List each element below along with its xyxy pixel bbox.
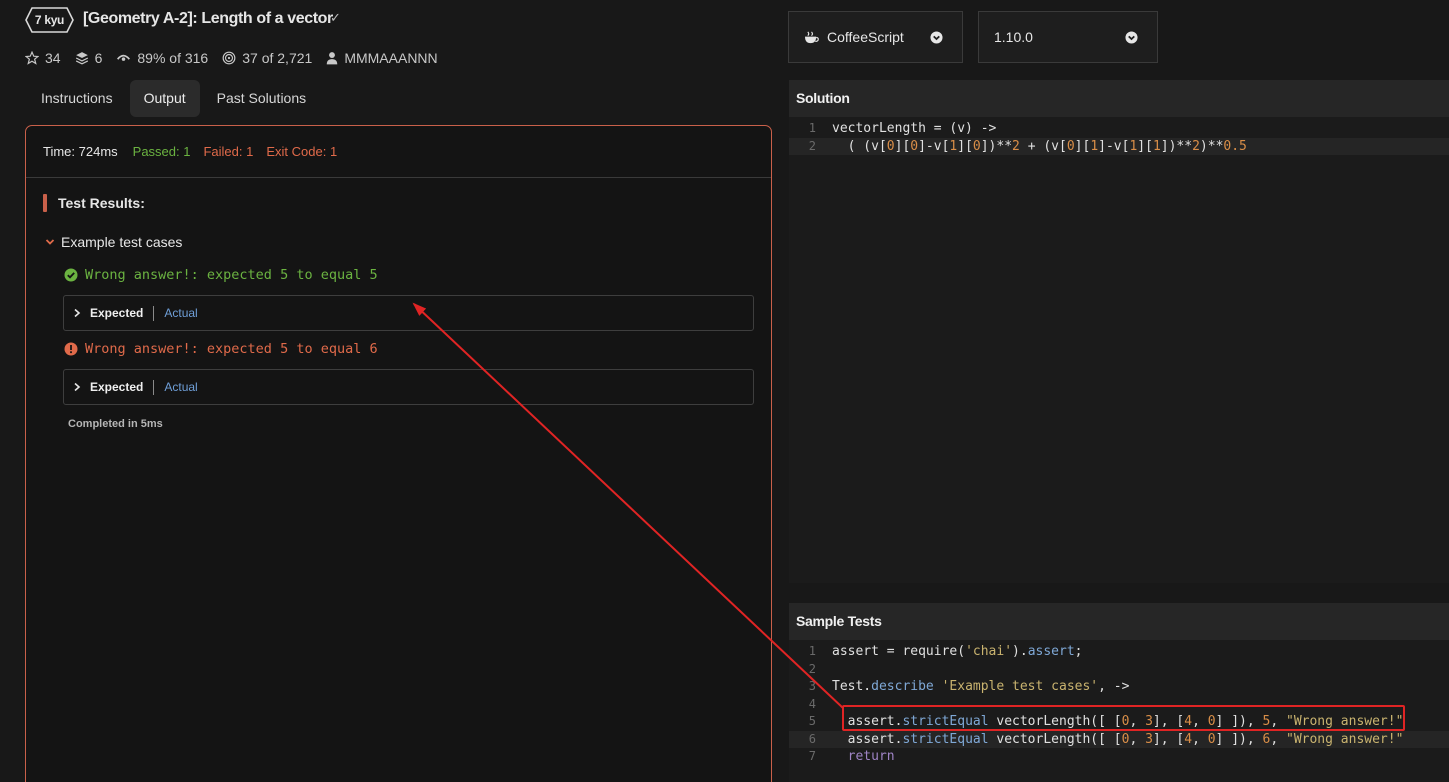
satisfaction-icon	[117, 54, 131, 61]
star-icon	[25, 51, 39, 65]
chevron-right-icon	[74, 308, 81, 318]
left-panel: 7 kyu [Geometry A-2]: Length of a vector…	[0, 0, 785, 782]
language-name: CoffeeScript	[827, 29, 904, 45]
code-line: 7 return	[789, 748, 1449, 766]
collections-count: 6	[94, 50, 103, 66]
kata-stats: 34 6 89% of 316 37 of 2,721 MMMAAANNN	[25, 49, 452, 67]
completions-total: of 2,721	[261, 50, 313, 66]
collections-stat[interactable]: 6	[75, 50, 103, 66]
layers-icon	[75, 52, 88, 65]
test-message: Wrong answer!: expected 5 to equal 6	[85, 341, 378, 357]
completions-stat: 37 of 2,721	[222, 50, 312, 66]
author-name: MMMAAANNN	[344, 50, 438, 66]
code-area[interactable]: 1 vectorLength = (v) -> 2 ( (v[0][0]-v[1]…	[789, 120, 1449, 155]
language-select[interactable]: CoffeeScript	[788, 11, 963, 63]
check-circle-icon	[64, 268, 78, 282]
line-number: 3	[808, 679, 816, 693]
line-number: 1	[808, 644, 816, 658]
actual-label: Actual	[164, 306, 198, 320]
expected-label: Expected	[90, 380, 144, 394]
exit-code: Exit Code: 1	[266, 144, 338, 159]
satisfaction-percent: 89%	[137, 50, 166, 66]
code-line: 6 assert.strictEqual vectorLength([ [0, …	[789, 730, 1449, 748]
stars-stat[interactable]: 34	[25, 50, 61, 66]
sample-tests-editor[interactable]: Sample Tests 1 assert = require('chai').a…	[789, 603, 1449, 782]
expected-actual-toggle[interactable]: Expected Actual	[63, 295, 754, 331]
target-icon	[222, 51, 236, 65]
test-result-failed: Wrong answer!: expected 5 to equal 6	[64, 341, 378, 357]
solution-title: Solution	[789, 80, 1449, 117]
error-circle-icon	[64, 342, 78, 356]
test-results-label: Test Results:	[58, 195, 145, 211]
user-icon	[327, 52, 338, 65]
annotation-highlight-box	[842, 705, 1405, 731]
output-panel: Time: 724ms Passed: 1 Failed: 1 Exit Cod…	[25, 125, 772, 782]
test-results-heading: Test Results:	[43, 194, 145, 212]
stars-count: 34	[45, 50, 61, 66]
completions-count: 37	[242, 50, 258, 66]
line-number: 2	[808, 661, 816, 676]
sample-tests-title: Sample Tests	[789, 603, 1449, 640]
tab-past-solutions[interactable]: Past Solutions	[203, 80, 321, 117]
expected-label: Expected	[90, 306, 144, 320]
tab-output[interactable]: Output	[129, 80, 200, 117]
satisfaction-stat: 89% of 316	[116, 50, 208, 66]
rank-badge: 7 kyu	[25, 7, 74, 33]
code-line: 1 vectorLength = (v) ->	[789, 120, 1449, 138]
test-result-passed: Wrong answer!: expected 5 to equal 5	[64, 267, 378, 283]
accent-bar	[43, 194, 47, 212]
satisfaction-votes: of 316	[169, 50, 209, 66]
output-summary: Time: 724ms Passed: 1 Failed: 1 Exit Cod…	[26, 126, 771, 178]
tab-instructions[interactable]: Instructions	[27, 80, 127, 117]
line-number: 6	[808, 731, 816, 746]
line-number: 7	[808, 749, 816, 763]
test-group-label: Example test cases	[61, 234, 183, 250]
version-value: 1.10.0	[994, 29, 1033, 45]
divider	[153, 305, 155, 321]
version-select[interactable]: 1.10.0	[978, 11, 1158, 63]
code-line: 3 Test.describe 'Example test cases', ->	[789, 678, 1449, 696]
left-tabs: Instructions Output Past Solutions	[27, 80, 323, 117]
actual-label: Actual	[164, 380, 198, 394]
code-line: 2	[789, 661, 1449, 679]
completed-check-icon: ✓	[330, 10, 341, 25]
rank-label: 7 kyu	[34, 13, 65, 27]
line-number: 5	[808, 714, 816, 728]
failed-count: Failed: 1	[203, 144, 254, 159]
expected-actual-toggle[interactable]: Expected Actual	[63, 369, 754, 405]
line-number: 2	[808, 138, 816, 153]
chevron-right-icon	[74, 382, 81, 392]
solution-editor[interactable]: Solution 1 vectorLength = (v) -> 2 ( (v[0…	[789, 80, 1449, 583]
kata-title[interactable]: [Geometry A-2]: Length of a vector	[83, 10, 333, 28]
code-line: 2 ( (v[0][0]-v[1][0])**2 + (v[0][1]-v[1]…	[789, 137, 1449, 155]
run-time: Time: 724ms	[43, 144, 118, 159]
test-group-toggle[interactable]: Example test cases	[45, 234, 182, 250]
chevron-down-icon	[930, 31, 943, 44]
author-stat[interactable]: MMMAAANNN	[326, 50, 438, 66]
code-line: 1 assert = require('chai').assert;	[789, 643, 1449, 661]
chevron-down-icon	[1125, 31, 1138, 44]
divider	[153, 379, 155, 395]
coffee-cup-icon	[805, 31, 819, 43]
passed-count: Passed: 1	[132, 144, 191, 159]
test-message: Wrong answer!: expected 5 to equal 5	[85, 267, 378, 283]
completed-time: Completed in 5ms	[68, 418, 163, 430]
line-number: 1	[808, 121, 816, 135]
line-number: 4	[808, 696, 816, 711]
chevron-down-icon	[45, 239, 55, 245]
